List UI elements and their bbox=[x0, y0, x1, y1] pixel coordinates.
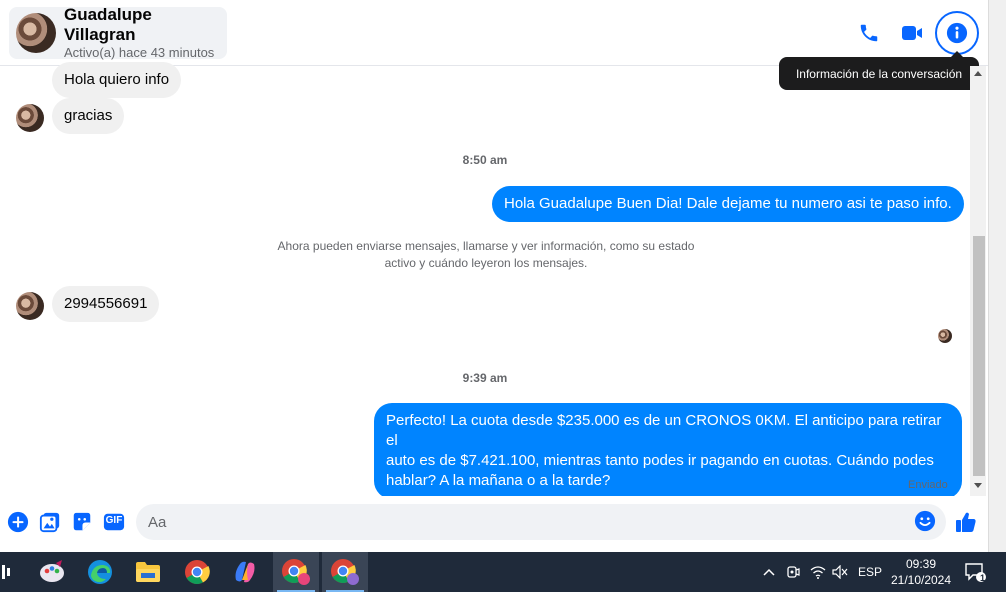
thumbs-up-icon bbox=[956, 512, 976, 532]
clock-time: 09:39 bbox=[905, 557, 937, 571]
gif-label: GIF bbox=[105, 515, 123, 526]
system-notice: Ahora pueden enviarse mensajes, llamarse… bbox=[266, 238, 706, 272]
tray-network[interactable] bbox=[808, 552, 828, 592]
taskbar-clock[interactable]: 09:39 21/10/2024 bbox=[886, 556, 956, 588]
more-actions-button[interactable] bbox=[6, 510, 30, 534]
incoming-message[interactable]: Hola quiero info bbox=[52, 62, 182, 98]
taskbar-app-chrome-profile-1[interactable] bbox=[273, 552, 319, 592]
camera-tray-icon bbox=[787, 566, 800, 578]
message-timestamp: 9:39 am bbox=[462, 371, 508, 385]
window-edge bbox=[988, 0, 1006, 552]
outgoing-message[interactable]: Hola Guadalupe Buen Dia! Dale dejame tu … bbox=[492, 186, 964, 222]
taskbar-app-paint[interactable] bbox=[29, 552, 75, 592]
contact-avatar-small[interactable] bbox=[16, 104, 44, 132]
chrome-icon bbox=[185, 560, 210, 585]
contact-info-button[interactable]: Guadalupe Villagran Activo(a) hace 43 mi… bbox=[9, 5, 227, 61]
attach-media-button[interactable] bbox=[38, 510, 62, 534]
taskbar-app-file-explorer[interactable] bbox=[125, 552, 171, 592]
plus-circle-icon bbox=[7, 511, 29, 533]
outgoing-message[interactable]: Perfecto! La cuota desde $235.000 es de … bbox=[374, 403, 962, 499]
message-list: Hola quiero info gracias 8:50 am Hola Gu… bbox=[0, 62, 970, 499]
sticker-button[interactable] bbox=[70, 510, 94, 534]
video-camera-icon bbox=[902, 26, 922, 40]
windows-taskbar: ESP 09:39 21/10/2024 1 bbox=[0, 552, 1006, 592]
photo-gallery-icon bbox=[39, 512, 60, 533]
message-line: Perfecto! La cuota desde $235.000 es de … bbox=[386, 412, 942, 449]
message-composer: GIF bbox=[0, 496, 988, 552]
chrome-profile-icon bbox=[331, 559, 359, 585]
contact-avatar bbox=[16, 13, 56, 53]
info-icon bbox=[946, 22, 968, 44]
audio-call-button[interactable] bbox=[851, 15, 887, 51]
read-receipt-avatar bbox=[938, 329, 952, 343]
notification-count: 1 bbox=[980, 573, 986, 583]
scroll-down-arrow-icon[interactable] bbox=[972, 481, 984, 491]
messenger-window: Guadalupe Villagran Activo(a) hace 43 mi… bbox=[0, 0, 1006, 592]
taskbar-app-copilot[interactable] bbox=[222, 552, 268, 592]
taskbar-app-chrome-profile-2[interactable] bbox=[322, 552, 368, 592]
conversation-info-button[interactable] bbox=[935, 11, 979, 55]
message-line: auto es de $7.421.100, mientras tanto po… bbox=[386, 452, 934, 469]
video-call-button[interactable] bbox=[894, 15, 930, 51]
folder-icon bbox=[136, 562, 160, 582]
sticker-icon bbox=[73, 512, 91, 531]
message-input-container bbox=[136, 504, 946, 540]
task-view-icon bbox=[2, 565, 10, 579]
taskbar-app-chrome[interactable] bbox=[174, 552, 220, 592]
message-input[interactable] bbox=[148, 504, 908, 540]
show-hidden-icons-button[interactable] bbox=[760, 552, 778, 592]
taskbar-app-edge[interactable] bbox=[77, 552, 123, 592]
phone-icon bbox=[860, 24, 878, 42]
contact-avatar-small[interactable] bbox=[16, 292, 44, 320]
clock-date: 21/10/2024 bbox=[890, 573, 952, 587]
contact-status: Activo(a) hace 43 minutos bbox=[64, 45, 215, 60]
sent-status: Enviado bbox=[908, 479, 948, 491]
incoming-message[interactable]: gracias bbox=[52, 98, 125, 134]
contact-text: Guadalupe Villagran Activo(a) hace 43 mi… bbox=[64, 5, 227, 61]
scrollbar-thumb[interactable] bbox=[973, 236, 985, 476]
chevron-up-icon bbox=[763, 568, 775, 576]
incoming-message[interactable]: 2994556691 bbox=[52, 286, 160, 322]
notification-center-button[interactable]: 1 bbox=[960, 552, 990, 592]
smiley-icon bbox=[914, 510, 936, 532]
copilot-icon bbox=[235, 561, 255, 583]
like-button[interactable] bbox=[954, 510, 978, 534]
emoji-button[interactable] bbox=[914, 510, 938, 534]
message-timestamp: 8:50 am bbox=[462, 153, 508, 167]
chrome-profile-icon bbox=[282, 559, 310, 585]
tray-volume[interactable] bbox=[830, 552, 850, 592]
scroll-up-arrow-icon[interactable] bbox=[972, 68, 984, 78]
edge-browser-icon bbox=[88, 560, 112, 584]
wifi-icon bbox=[810, 566, 826, 579]
paint-palette-icon bbox=[40, 560, 64, 582]
system-notice-line: activo y cuándo leyeron los mensajes. bbox=[384, 256, 588, 270]
speaker-muted-icon bbox=[832, 565, 848, 579]
task-view-button[interactable] bbox=[0, 552, 12, 592]
contact-name: Guadalupe Villagran bbox=[64, 5, 152, 44]
message-line: hablar? A la mañana o a la tarde? bbox=[386, 472, 611, 489]
tray-meet-now[interactable] bbox=[784, 552, 802, 592]
gif-button[interactable]: GIF bbox=[102, 510, 126, 534]
system-notice-line: Ahora pueden enviarse mensajes, llamarse… bbox=[277, 239, 695, 253]
tray-language[interactable]: ESP bbox=[856, 552, 884, 592]
